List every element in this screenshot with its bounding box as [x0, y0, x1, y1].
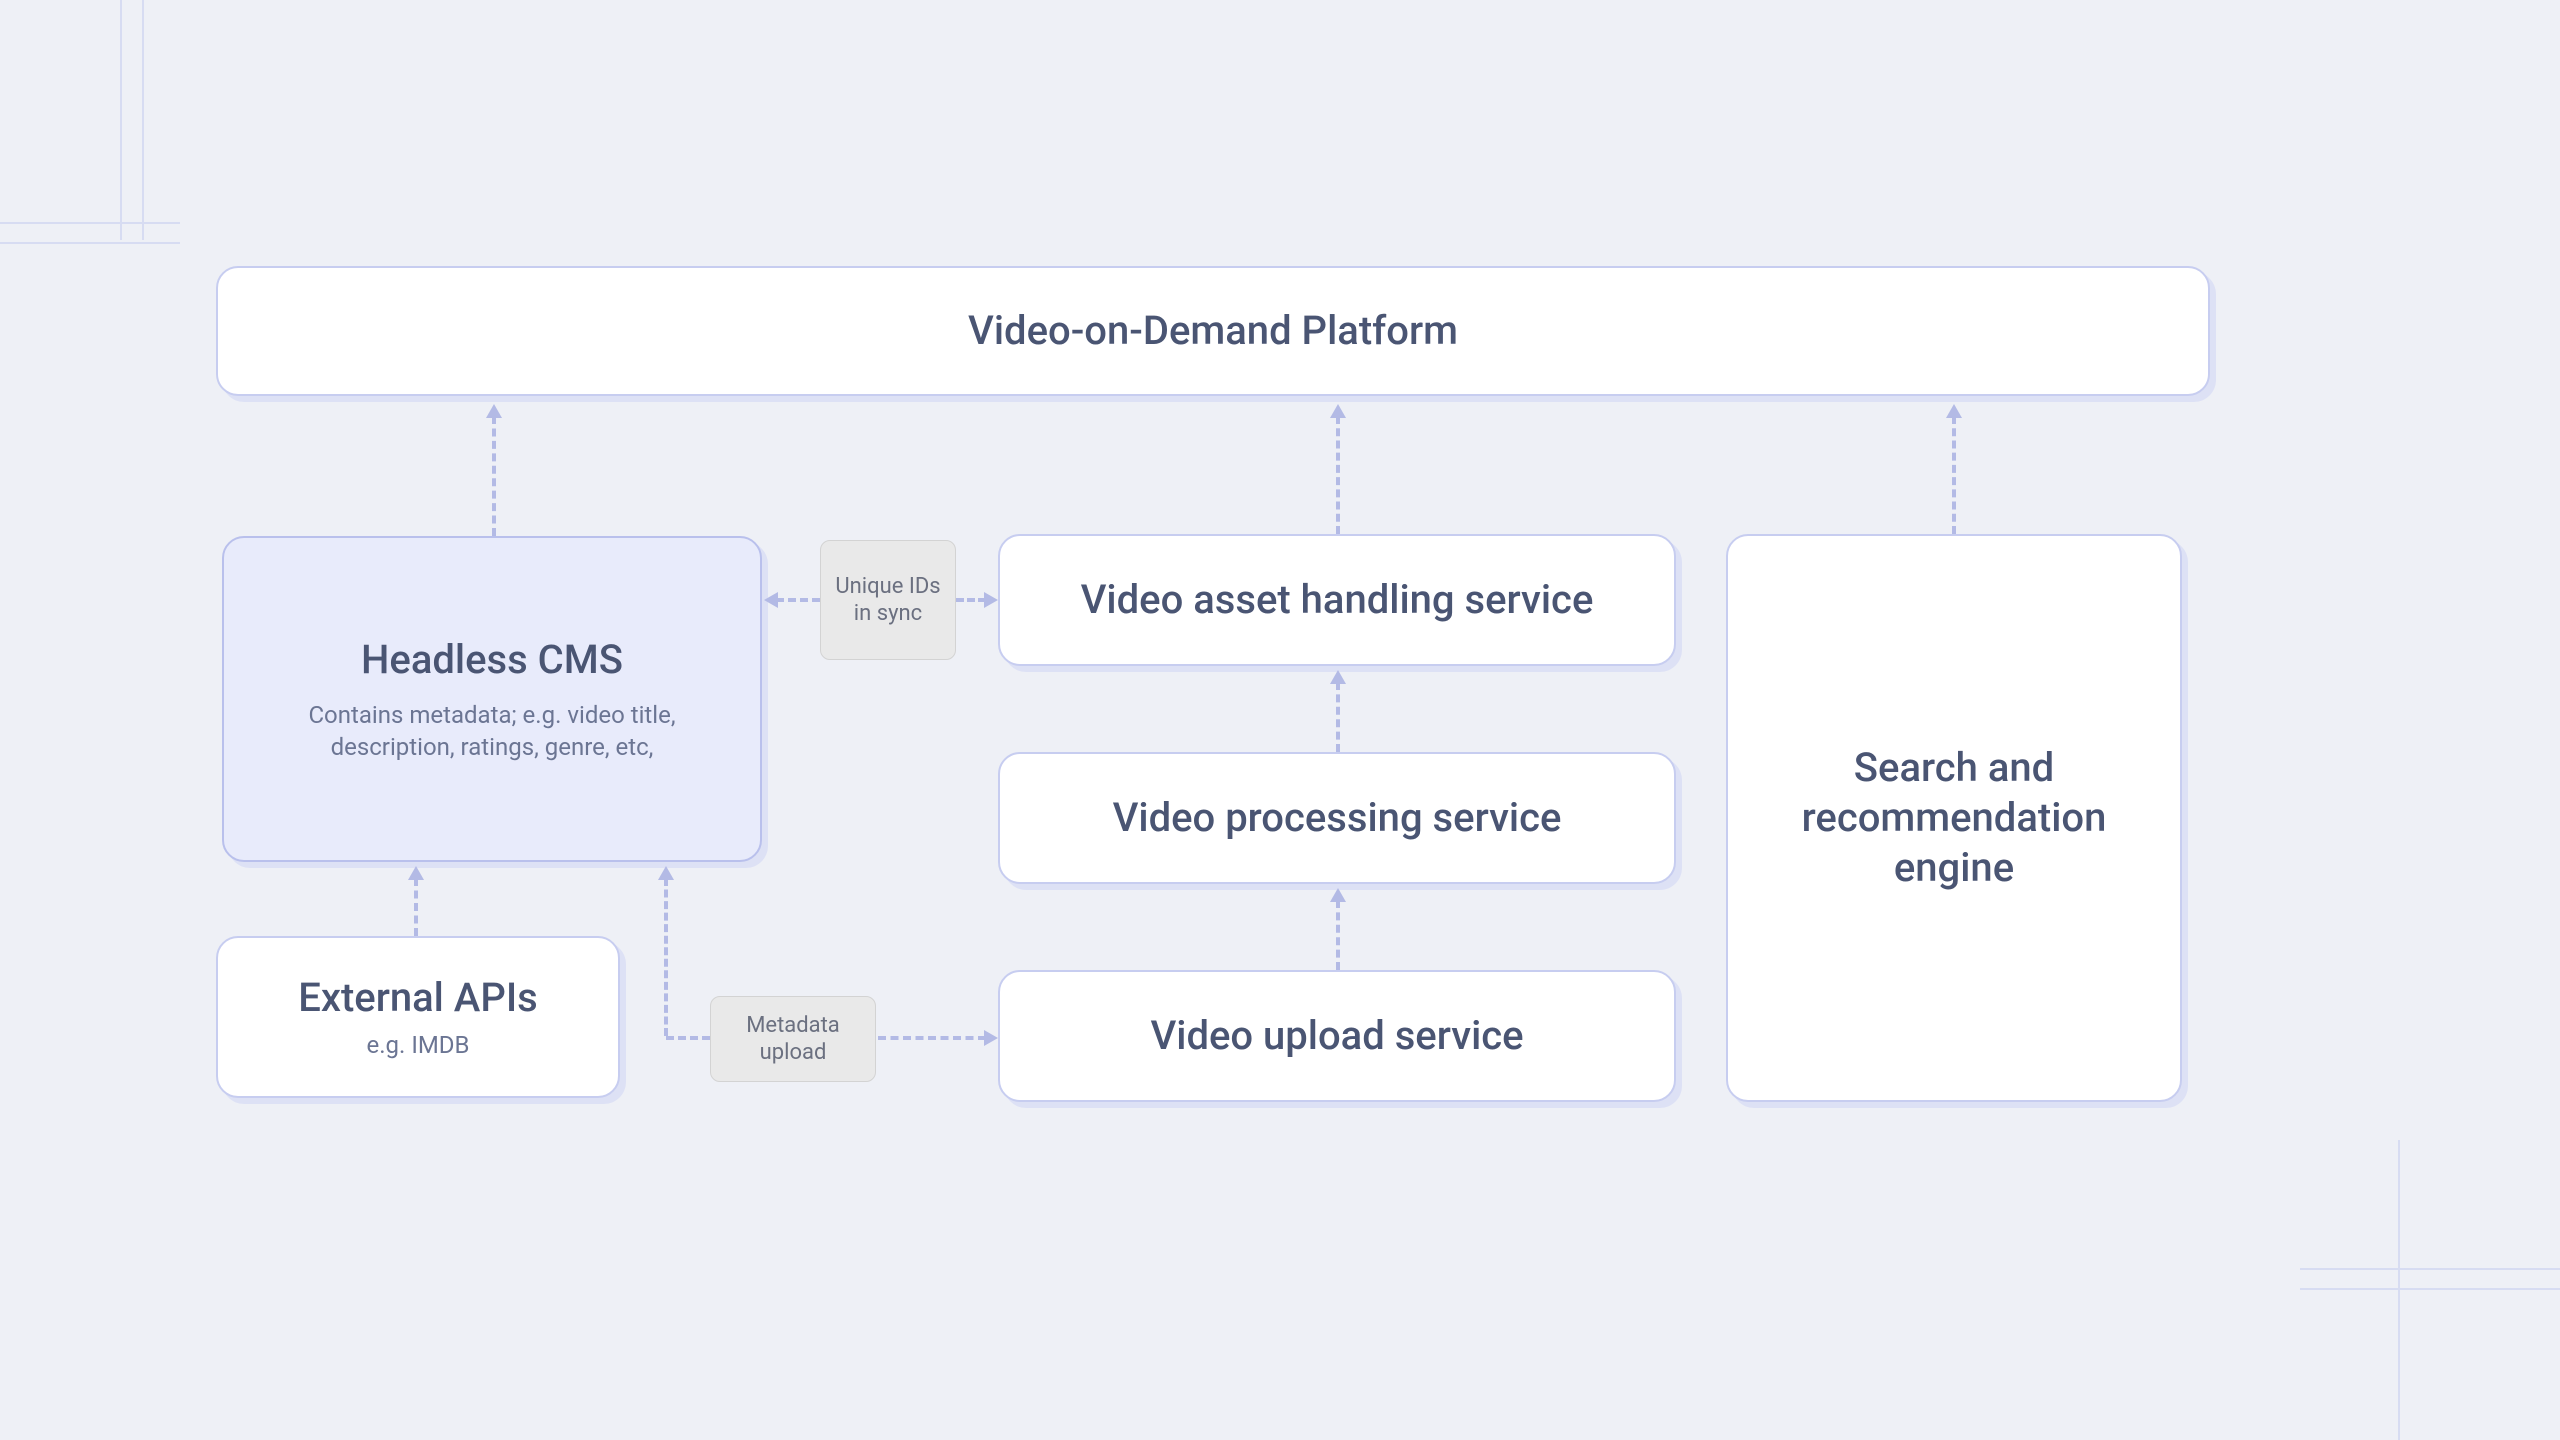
- arrow-icon: [1946, 404, 1962, 418]
- metadata-chip: Metadata upload: [710, 996, 876, 1082]
- processing-title: Video processing service: [1113, 793, 1562, 843]
- arrow-icon: [1330, 670, 1346, 684]
- platform-box: Video-on-Demand Platform: [216, 266, 2210, 396]
- asset-service-box: Video asset handling service: [998, 534, 1676, 666]
- connector: [776, 598, 820, 602]
- search-engine-box: Search and recommendation engine: [1726, 534, 2182, 1102]
- cms-subtitle: Contains metadata; e.g. video title, des…: [262, 699, 723, 764]
- arrow-icon: [1330, 404, 1346, 418]
- external-subtitle: e.g. IMDB: [367, 1029, 470, 1061]
- connector: [1336, 900, 1340, 970]
- arrow-icon: [984, 592, 998, 608]
- platform-title: Video-on-Demand Platform: [968, 306, 1458, 356]
- connector: [1336, 416, 1340, 534]
- connector: [1336, 682, 1340, 752]
- sync-label: Unique IDs in sync: [835, 573, 941, 628]
- upload-service-box: Video upload service: [998, 970, 1676, 1102]
- connector: [956, 598, 986, 602]
- connector: [492, 416, 496, 536]
- connector: [1952, 416, 1956, 534]
- asset-title: Video asset handling service: [1081, 575, 1594, 625]
- arrow-icon: [1330, 888, 1346, 902]
- arrow-icon: [658, 866, 674, 880]
- arrow-icon: [984, 1030, 998, 1046]
- metadata-label: Metadata upload: [725, 1012, 861, 1067]
- upload-title: Video upload service: [1150, 1011, 1523, 1061]
- search-title: Search and recommendation engine: [1768, 743, 2140, 893]
- external-title: External APIs: [298, 973, 538, 1023]
- external-apis-box: External APIs e.g. IMDB: [216, 936, 620, 1098]
- arrow-icon: [408, 866, 424, 880]
- arrow-icon: [486, 404, 502, 418]
- processing-service-box: Video processing service: [998, 752, 1676, 884]
- cms-title: Headless CMS: [361, 635, 623, 685]
- connector: [666, 1036, 710, 1040]
- connector: [414, 878, 418, 936]
- headless-cms-box: Headless CMS Contains metadata; e.g. vid…: [222, 536, 762, 862]
- connector: [664, 878, 668, 1036]
- connector: [878, 1036, 986, 1040]
- sync-chip: Unique IDs in sync: [820, 540, 956, 660]
- arrow-icon: [764, 592, 778, 608]
